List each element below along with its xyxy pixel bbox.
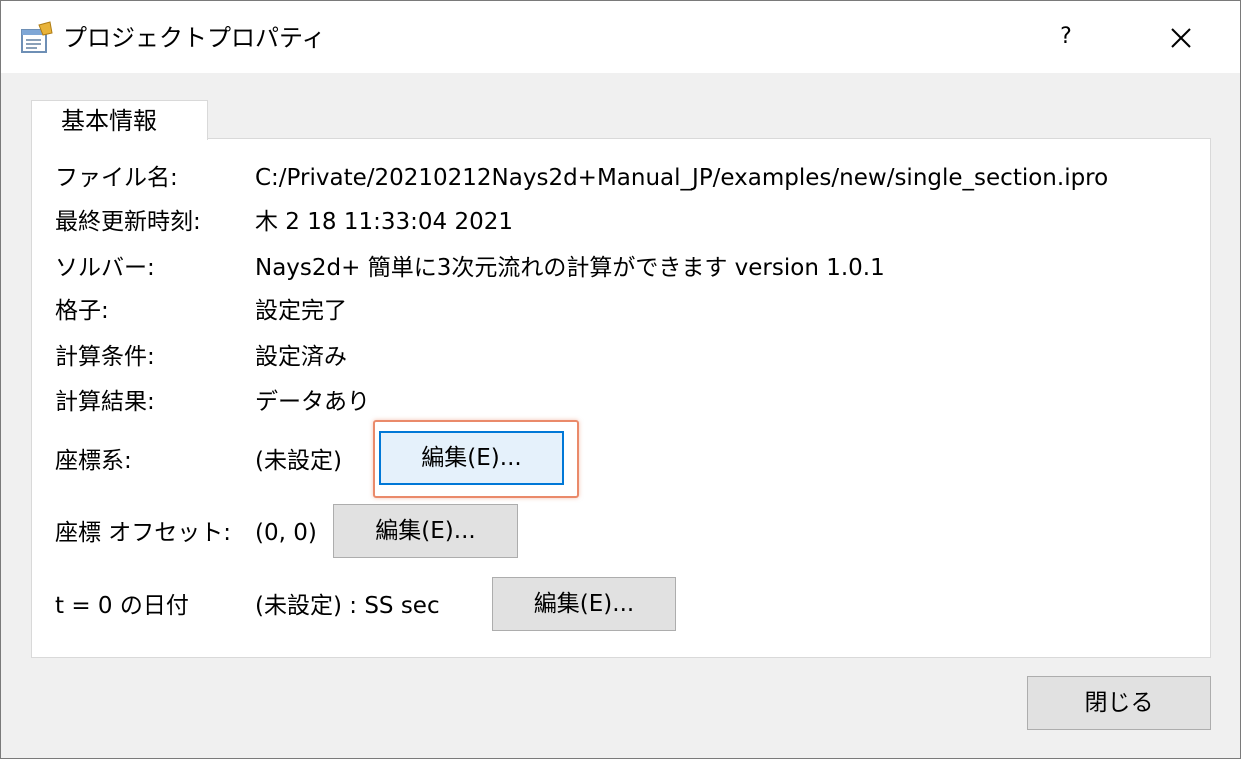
last-modified-value: 木 2 18 11:33:04 2021 xyxy=(255,209,513,235)
t0-date-label: t = 0 の日付 xyxy=(55,593,189,619)
title-bar: プロジェクトプロパティ ? xyxy=(1,1,1240,73)
coord-offset-edit-button[interactable]: 編集(E)... xyxy=(333,504,518,558)
calc-result-value: データあり xyxy=(255,389,370,415)
file-name-label: ファイル名: xyxy=(55,165,178,191)
t0-date-value: (未設定) : SS sec xyxy=(255,593,440,619)
file-name-value: C:/Private/20210212Nays2d+Manual_JP/exam… xyxy=(255,165,1109,191)
project-properties-dialog: プロジェクトプロパティ ? 基本情報 ファイル名: C:/Private/202… xyxy=(0,0,1241,759)
grid-value: 設定完了 xyxy=(255,298,347,324)
calc-condition-label: 計算条件: xyxy=(55,344,155,370)
t0-date-edit-button[interactable]: 編集(E)... xyxy=(492,577,676,631)
calc-condition-value: 設定済み xyxy=(255,344,347,370)
coord-system-value: (未設定) xyxy=(255,448,342,474)
coord-offset-value: (0, 0) xyxy=(255,520,317,546)
grid-label: 格子: xyxy=(55,298,109,324)
coord-system-label: 座標系: xyxy=(55,448,132,474)
close-icon[interactable] xyxy=(1153,13,1209,63)
coord-system-edit-button[interactable]: 編集(E)... xyxy=(379,431,564,485)
solver-value: Nays2d+ 簡単に3次元流れの計算ができます version 1.0.1 xyxy=(255,255,885,281)
solver-label: ソルバー: xyxy=(55,255,155,281)
help-button[interactable]: ? xyxy=(1041,11,1091,63)
tab-basic-info[interactable]: 基本情報 xyxy=(31,100,208,140)
coord-offset-label: 座標 オフセット: xyxy=(55,520,232,546)
last-modified-label: 最終更新時刻: xyxy=(55,209,201,235)
window-title: プロジェクトプロパティ xyxy=(63,24,326,52)
project-properties-icon xyxy=(21,21,53,53)
calc-result-label: 計算結果: xyxy=(55,389,155,415)
close-button[interactable]: 閉じる xyxy=(1027,676,1211,730)
